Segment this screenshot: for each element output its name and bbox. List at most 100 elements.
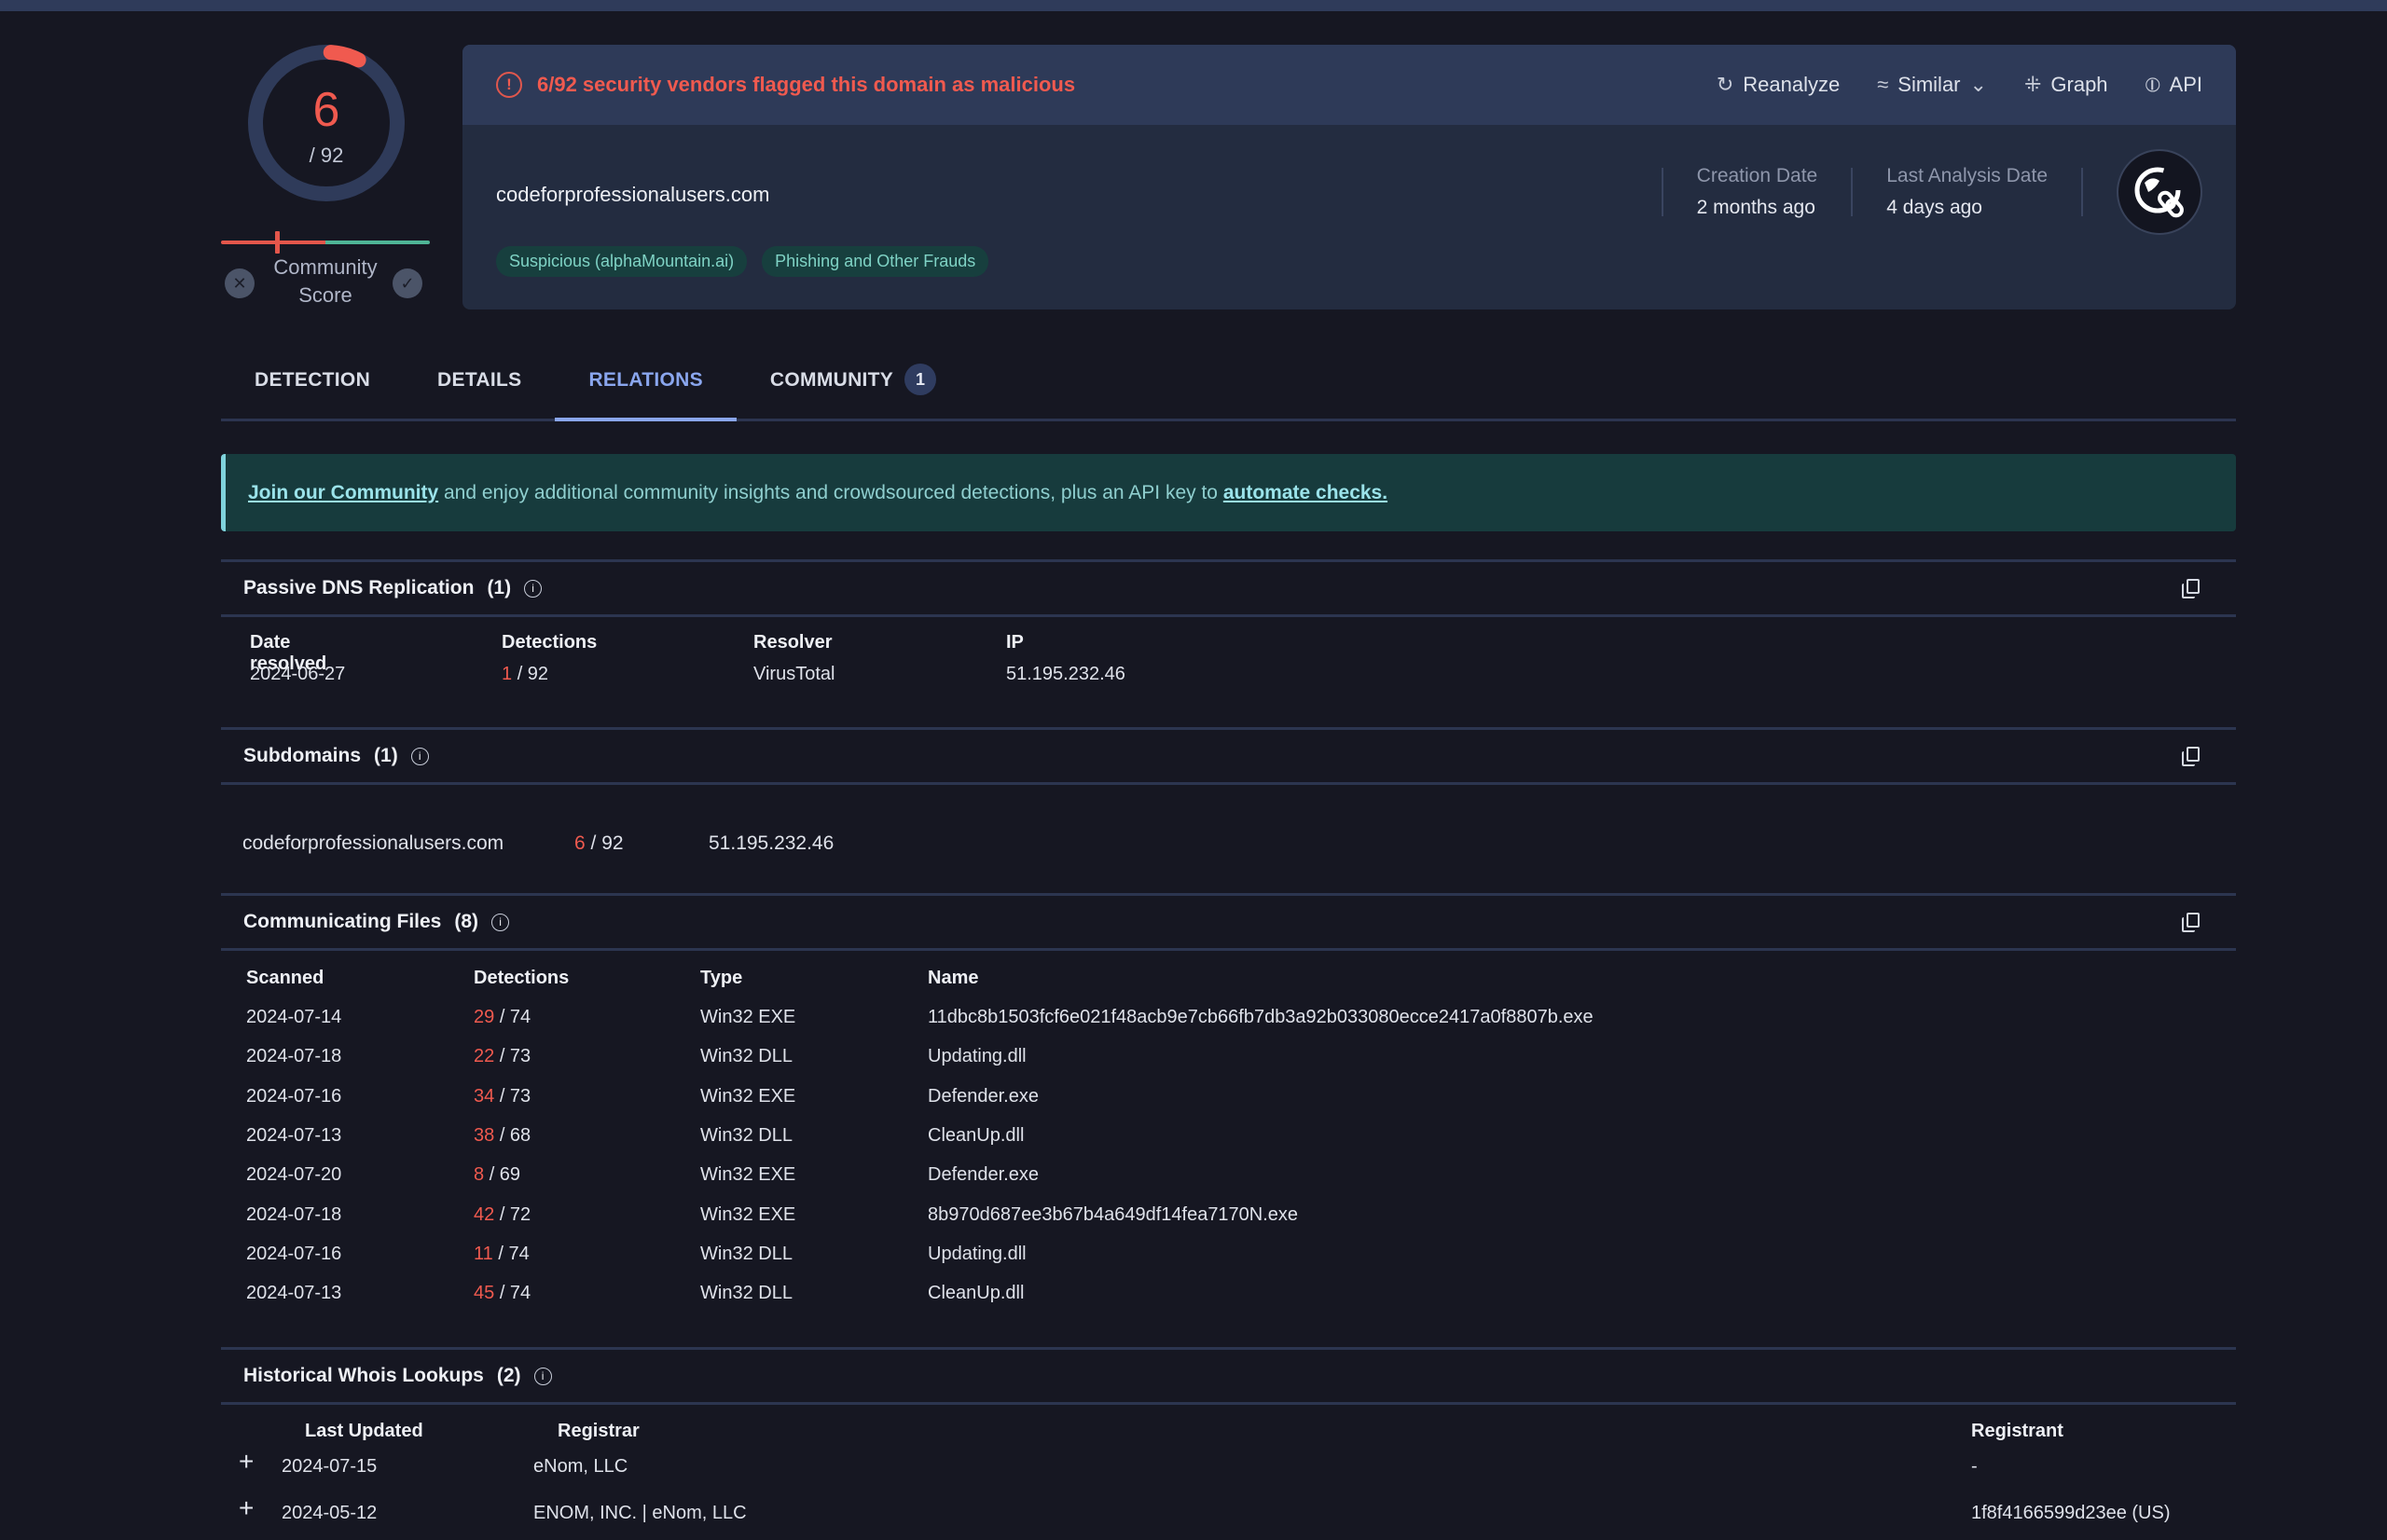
whois-registrar: ENOM, INC. | eNom, LLC: [533, 1503, 747, 1523]
copy-icon[interactable]: [2182, 913, 2201, 933]
section-count: (8): [454, 911, 479, 932]
alert-text: 6/92 security vendors flagged this domai…: [537, 73, 1076, 96]
community-count-badge: 1: [904, 364, 937, 395]
tag[interactable]: Suspicious (alphaMountain.ai): [496, 246, 748, 277]
community-score-bad: [221, 241, 325, 244]
file-name-link[interactable]: CleanUp.dll: [928, 1125, 1024, 1147]
refresh-icon: ↻: [1716, 73, 1734, 96]
chevron-down-icon: ⌄: [1969, 73, 1987, 96]
ip-link[interactable]: 51.195.232.46: [709, 832, 834, 855]
file-type: Win32 EXE: [700, 1164, 796, 1186]
section-title: Passive DNS Replication: [243, 577, 475, 598]
file-name-link[interactable]: Updating.dll: [928, 1244, 1027, 1265]
reanalyze-button[interactable]: ↻ Reanalyze: [1717, 73, 1840, 97]
section-count: (1): [374, 745, 398, 766]
communicating-files-header: Communicating Files (8) i: [221, 893, 2236, 951]
expand-row-button[interactable]: +: [239, 1493, 254, 1523]
detections: 29 / 74: [474, 1007, 531, 1028]
detections: 6 / 92: [574, 832, 624, 855]
divider: [2081, 168, 2083, 216]
detections-count: 6: [574, 832, 586, 854]
section-title: Historical Whois Lookups: [243, 1365, 484, 1386]
detections-total: / 74: [499, 1283, 531, 1304]
api-label: API: [2169, 73, 2202, 96]
info-icon[interactable]: i: [524, 579, 543, 598]
detections-total: / 69: [489, 1164, 521, 1186]
automate-checks-link[interactable]: automate checks.: [1223, 482, 1387, 503]
top-strip: [0, 0, 2387, 11]
tab-detection[interactable]: DETECTION: [221, 358, 404, 419]
info-icon[interactable]: i: [533, 1367, 552, 1385]
ip-link[interactable]: 51.195.232.46: [1006, 664, 1125, 685]
column-header: Scanned: [246, 968, 324, 988]
action-toolbar: ↻ Reanalyze ≈ Similar ⌄ ⁜ Graph ⦶ API: [1717, 73, 2202, 97]
detections-count: 8: [474, 1164, 485, 1186]
last-analysis-date: Last Analysis Date 4 days ago: [1853, 165, 2081, 219]
detections: 42 / 72: [474, 1204, 531, 1226]
tag-list: Suspicious (alphaMountain.ai) Phishing a…: [496, 246, 989, 277]
file-name-link[interactable]: CleanUp.dll: [928, 1283, 1024, 1304]
scanned-date: 2024-07-14: [246, 1007, 342, 1027]
column-header: Registrar: [558, 1421, 640, 1441]
api-button[interactable]: ⦶ API: [2146, 73, 2202, 97]
community-score-bar: [221, 241, 430, 244]
file-name-link[interactable]: Defender.exe: [928, 1086, 1039, 1107]
tag[interactable]: Phishing and Other Frauds: [762, 246, 989, 277]
creation-date: Creation Date 2 months ago: [1663, 165, 1852, 219]
info-icon[interactable]: i: [491, 913, 510, 931]
resolver: VirusTotal: [753, 664, 835, 684]
vote-malicious-button[interactable]: ✕: [225, 268, 255, 298]
scanned-date: 2024-07-18: [246, 1046, 342, 1067]
copy-icon[interactable]: [2182, 747, 2201, 767]
column-header: Type: [700, 968, 743, 988]
similar-button[interactable]: ≈ Similar ⌄: [1877, 73, 1987, 97]
community-banner: Join our Community and enjoy additional …: [221, 454, 2236, 531]
file-name-link[interactable]: Defender.exe: [928, 1164, 1039, 1186]
similar-label: Similar: [1897, 73, 1961, 96]
detections-total: / 68: [499, 1124, 531, 1146]
detections-total: / 73: [499, 1085, 531, 1107]
file-type: Win32 DLL: [700, 1243, 793, 1264]
info-icon[interactable]: i: [410, 747, 429, 765]
detections-total: / 92: [517, 664, 549, 684]
tab-label: DETAILS: [437, 369, 522, 391]
section-title: Subdomains: [243, 745, 362, 766]
copy-icon[interactable]: [2182, 579, 2201, 599]
detections: 22 / 73: [474, 1046, 531, 1067]
detections-count: 29: [474, 1007, 495, 1027]
creation-date-value: 2 months ago: [1696, 197, 1815, 218]
expand-row-button[interactable]: +: [239, 1447, 254, 1477]
detections: 8 / 69: [474, 1164, 520, 1186]
file-type: Win32 DLL: [700, 1283, 793, 1304]
graph-button[interactable]: ⁜ Graph: [2024, 73, 2108, 97]
tab-label: COMMUNITY: [769, 369, 894, 391]
scanned-date: 2024-07-18: [246, 1203, 342, 1225]
file-type: Win32 EXE: [700, 1085, 796, 1107]
detections-count: 38: [474, 1124, 495, 1146]
tab-community[interactable]: COMMUNITY 1: [737, 358, 970, 419]
subdomain-link[interactable]: codeforprofessionalusers.com: [242, 832, 504, 855]
file-name-link[interactable]: 11dbc8b1503fcf6e021f48acb9e7cb66fb7db3a9…: [928, 1007, 1594, 1028]
tab-relations[interactable]: RELATIONS: [555, 358, 738, 421]
close-icon: ✕: [232, 273, 247, 293]
detections: 1 / 92: [502, 664, 548, 685]
subdomains-header: Subdomains (1) i: [221, 727, 2236, 785]
detections: 45 / 74: [474, 1283, 531, 1304]
join-community-link[interactable]: Join our Community: [248, 482, 438, 503]
detections-total: / 92: [590, 832, 624, 854]
tab-bar: DETECTION DETAILS RELATIONS COMMUNITY 1: [221, 358, 2236, 421]
malicious-alert: ! 6/92 security vendors flagged this dom…: [496, 72, 1075, 98]
domain-name: codeforprofessionalusers.com: [496, 183, 770, 206]
detection-score-gauge: 6 / 92: [244, 41, 408, 205]
file-name-link[interactable]: Updating.dll: [928, 1046, 1027, 1067]
vote-harmless-button[interactable]: ✓: [393, 268, 422, 298]
scanned-date: 2024-07-16: [246, 1085, 342, 1107]
summary-header: ! 6/92 security vendors flagged this dom…: [462, 45, 2236, 125]
tab-details[interactable]: DETAILS: [404, 358, 555, 419]
whois-date: 2024-07-15: [282, 1456, 378, 1477]
file-name-link[interactable]: 8b970d687ee3b67b4a649df14fea7170N.exe: [928, 1204, 1298, 1226]
similar-icon: ≈: [1877, 73, 1889, 96]
community-score-good: [325, 241, 430, 244]
detections-total: / 74: [499, 1007, 531, 1027]
column-header: Resolver: [753, 632, 833, 653]
